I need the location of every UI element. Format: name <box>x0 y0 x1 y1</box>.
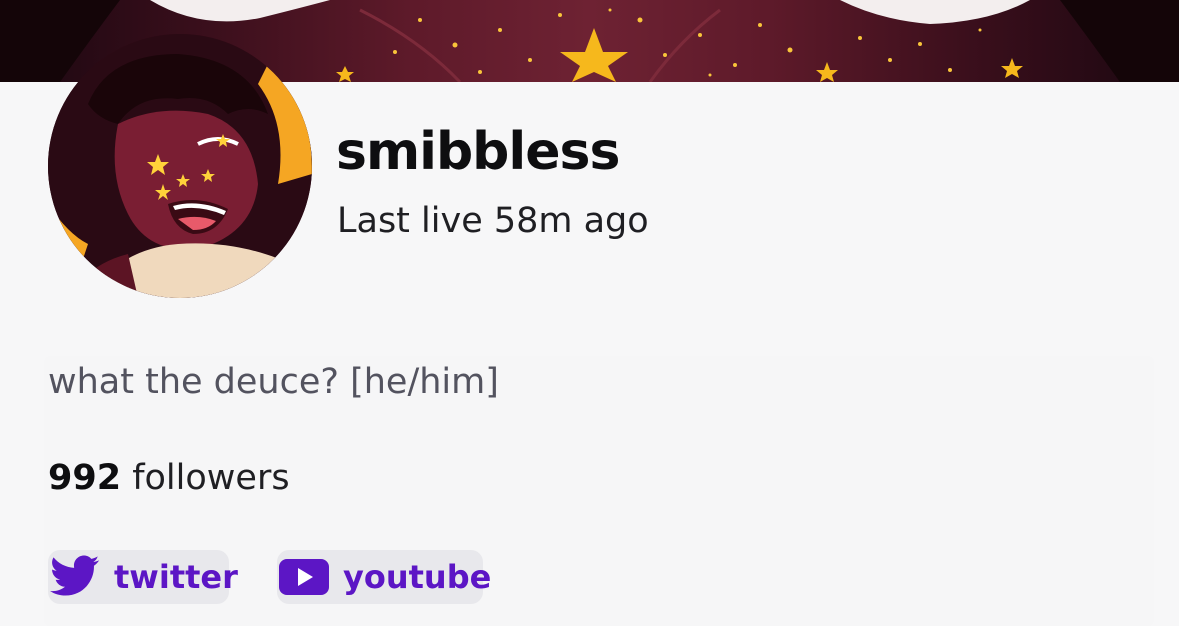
followers-number: 992 <box>48 458 122 498</box>
youtube-link[interactable]: youtube <box>277 550 491 604</box>
youtube-link-label: youtube <box>343 558 492 596</box>
channel-bio: what the deuce? [he/him] <box>48 362 499 402</box>
followers-label: followers <box>121 458 290 498</box>
twitter-bird-icon <box>50 555 100 599</box>
youtube-play-icon <box>279 559 329 595</box>
followers-count: 992 followers <box>48 456 290 500</box>
twitter-link[interactable]: twitter <box>48 550 238 604</box>
channel-avatar[interactable] <box>48 34 312 298</box>
avatar-artwork <box>48 34 312 298</box>
last-live-status: Last live 58m ago <box>337 201 649 241</box>
channel-name: smibbless <box>336 122 620 182</box>
twitter-link-label: twitter <box>114 558 238 596</box>
